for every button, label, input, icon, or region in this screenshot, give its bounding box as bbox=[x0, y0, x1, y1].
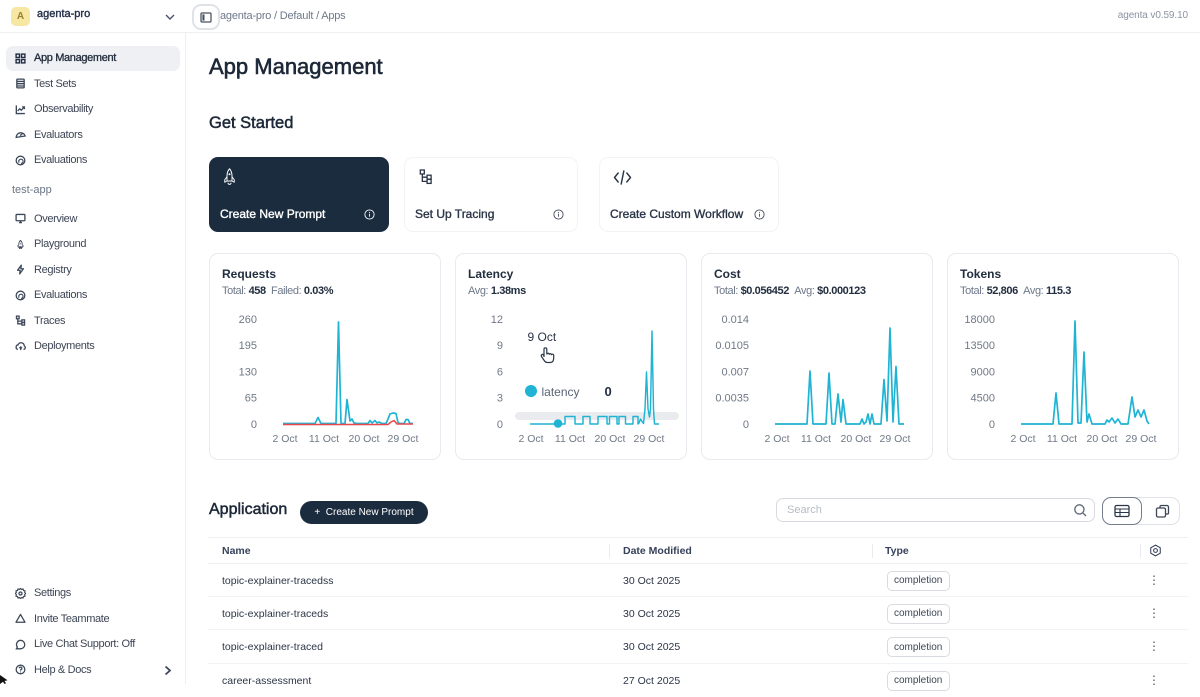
svg-text:20 Oct: 20 Oct bbox=[348, 433, 379, 445]
svg-text:11 Oct: 11 Oct bbox=[308, 433, 338, 445]
svg-text:9000: 9000 bbox=[970, 367, 994, 379]
svg-text:18000: 18000 bbox=[964, 314, 995, 326]
svg-text:4500: 4500 bbox=[970, 393, 994, 405]
svg-text:20 Oct: 20 Oct bbox=[1086, 433, 1117, 445]
svg-text:0: 0 bbox=[496, 419, 502, 431]
svg-text:20 Oct: 20 Oct bbox=[840, 433, 871, 445]
svg-text:0.0105: 0.0105 bbox=[715, 340, 749, 352]
svg-text:29 Oct: 29 Oct bbox=[633, 433, 664, 445]
svg-text:9: 9 bbox=[496, 340, 502, 352]
svg-text:11 Oct: 11 Oct bbox=[554, 433, 584, 445]
svg-text:2 Oct: 2 Oct bbox=[1010, 433, 1035, 445]
svg-text:195: 195 bbox=[238, 340, 256, 352]
svg-text:2 Oct: 2 Oct bbox=[764, 433, 789, 445]
svg-text:6: 6 bbox=[496, 367, 502, 379]
svg-text:3: 3 bbox=[496, 393, 502, 405]
svg-text:12: 12 bbox=[490, 314, 502, 326]
svg-text:260: 260 bbox=[238, 314, 256, 326]
svg-text:0.014: 0.014 bbox=[721, 314, 749, 326]
svg-text:29 Oct: 29 Oct bbox=[879, 433, 910, 445]
svg-text:0: 0 bbox=[250, 419, 256, 431]
svg-text:2 Oct: 2 Oct bbox=[518, 433, 543, 445]
svg-text:0.0035: 0.0035 bbox=[715, 393, 749, 405]
svg-text:0.007: 0.007 bbox=[721, 367, 749, 379]
svg-text:130: 130 bbox=[238, 367, 256, 379]
svg-text:11 Oct: 11 Oct bbox=[800, 433, 830, 445]
svg-text:20 Oct: 20 Oct bbox=[594, 433, 625, 445]
svg-text:13500: 13500 bbox=[964, 340, 995, 352]
svg-text:0: 0 bbox=[742, 419, 748, 431]
svg-text:29 Oct: 29 Oct bbox=[1125, 433, 1156, 445]
svg-text:2 Oct: 2 Oct bbox=[272, 433, 297, 445]
svg-text:0: 0 bbox=[988, 419, 994, 431]
svg-text:11 Oct: 11 Oct bbox=[1046, 433, 1076, 445]
svg-text:65: 65 bbox=[244, 393, 256, 405]
svg-text:29 Oct: 29 Oct bbox=[387, 433, 418, 445]
